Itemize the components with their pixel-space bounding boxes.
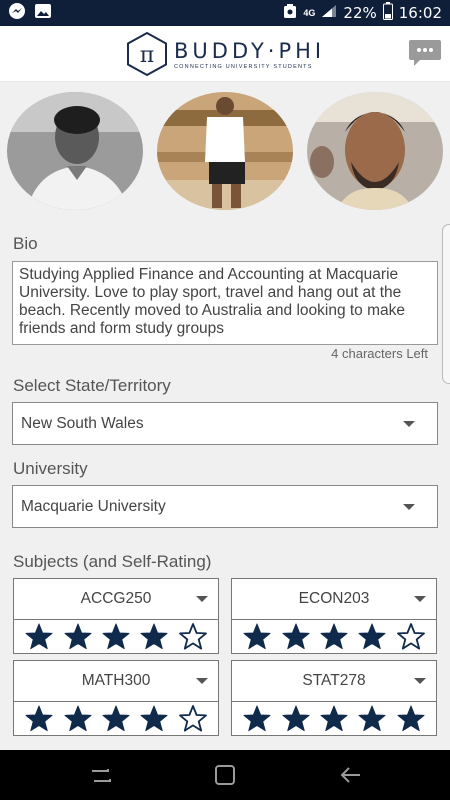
state-value: New South Wales (21, 414, 144, 432)
subject-code: MATH300 (81, 672, 151, 689)
state-label: Select State/Territory (13, 376, 171, 395)
chevron-down-icon (196, 596, 208, 602)
recent-apps-icon (92, 769, 111, 782)
status-bar: 4G 22% 16:02 (0, 0, 450, 26)
star-filled-icon[interactable] (24, 704, 54, 734)
star-filled-icon[interactable] (101, 622, 131, 652)
app-logo: π BUDDY·PHI CONNECTING UNIVERSITY STUDEN… (124, 31, 325, 77)
subject-select[interactable]: ACCG250 (14, 579, 218, 620)
star-filled-icon[interactable] (281, 622, 311, 652)
chevron-down-icon (414, 678, 426, 684)
star-filled-icon[interactable] (357, 622, 387, 652)
clock: 16:02 (398, 4, 442, 22)
star-filled-icon[interactable] (319, 704, 349, 734)
subject-select[interactable]: STAT278 (232, 661, 436, 702)
bio-textarea[interactable]: Studying Applied Finance and Accounting … (12, 261, 438, 345)
profile-photo-1[interactable] (7, 92, 143, 210)
star-filled-icon[interactable] (63, 622, 93, 652)
app-header: π BUDDY·PHI CONNECTING UNIVERSITY STUDEN… (0, 26, 450, 82)
star-filled-icon[interactable] (63, 704, 93, 734)
subject-card: MATH300 (13, 660, 219, 736)
star-filled-icon[interactable] (242, 704, 272, 734)
subject-card: ECON203 (231, 578, 437, 654)
star-filled-icon[interactable] (139, 704, 169, 734)
subject-code: ACCG250 (80, 590, 152, 607)
logo-title: BUDDY·PHI (174, 38, 326, 63)
subject-select[interactable]: MATH300 (14, 661, 218, 702)
subject-card: ACCG250 (13, 578, 219, 654)
subject-card: STAT278 (231, 660, 437, 736)
star-filled-icon[interactable] (281, 704, 311, 734)
gallery-icon (34, 3, 52, 24)
battery-icon (382, 1, 393, 25)
subject-code: STAT278 (302, 672, 366, 689)
star-empty-icon[interactable] (178, 622, 208, 652)
star-filled-icon[interactable] (101, 704, 131, 734)
chevron-down-icon (414, 596, 426, 602)
university-value: Macquarie University (21, 497, 166, 515)
star-rating[interactable] (14, 620, 218, 654)
star-filled-icon[interactable] (139, 622, 169, 652)
university-label: University (13, 459, 88, 478)
chat-icon (409, 40, 441, 66)
profile-photo-2[interactable] (157, 92, 293, 210)
star-filled-icon[interactable] (357, 704, 387, 734)
star-empty-icon[interactable] (396, 622, 426, 652)
scroll-handle[interactable] (442, 224, 450, 384)
recent-apps-button[interactable] (88, 762, 114, 788)
star-rating[interactable] (232, 620, 436, 654)
logo-symbol: π (140, 43, 154, 68)
star-filled-icon[interactable] (396, 704, 426, 734)
star-filled-icon[interactable] (319, 622, 349, 652)
profile-form: Bio Studying Applied Finance and Account… (0, 82, 450, 750)
home-icon (215, 765, 235, 785)
battery-percent: 22% (343, 4, 377, 22)
star-empty-icon[interactable] (178, 704, 208, 734)
messenger-icon (8, 2, 26, 25)
network-type: 4G (303, 8, 316, 18)
subject-select[interactable]: ECON203 (232, 579, 436, 620)
subject-code: ECON203 (298, 590, 370, 607)
logo-tagline: CONNECTING UNIVERSITY STUDENTS (174, 63, 313, 70)
chevron-down-icon (403, 420, 415, 427)
data-saver-icon (283, 3, 297, 24)
chat-button[interactable] (408, 38, 442, 68)
star-filled-icon[interactable] (242, 622, 272, 652)
bio-label: Bio (13, 234, 38, 253)
profile-photo-3[interactable] (307, 92, 443, 210)
subjects-label: Subjects (and Self-Rating) (13, 552, 212, 571)
navigation-bar (0, 750, 450, 800)
chevron-down-icon (196, 678, 208, 684)
star-filled-icon[interactable] (24, 622, 54, 652)
star-rating[interactable] (14, 702, 218, 736)
state-select[interactable]: New South Wales (12, 402, 438, 445)
home-button[interactable] (212, 762, 238, 788)
back-button[interactable] (338, 762, 364, 788)
hexagon-logo-icon: π (127, 31, 167, 77)
chevron-down-icon (403, 503, 415, 510)
signal-icon (321, 4, 337, 23)
char-count: 4 characters Left (331, 346, 428, 361)
star-rating[interactable] (232, 702, 436, 736)
university-select[interactable]: Macquarie University (12, 485, 438, 528)
back-icon (340, 767, 360, 783)
